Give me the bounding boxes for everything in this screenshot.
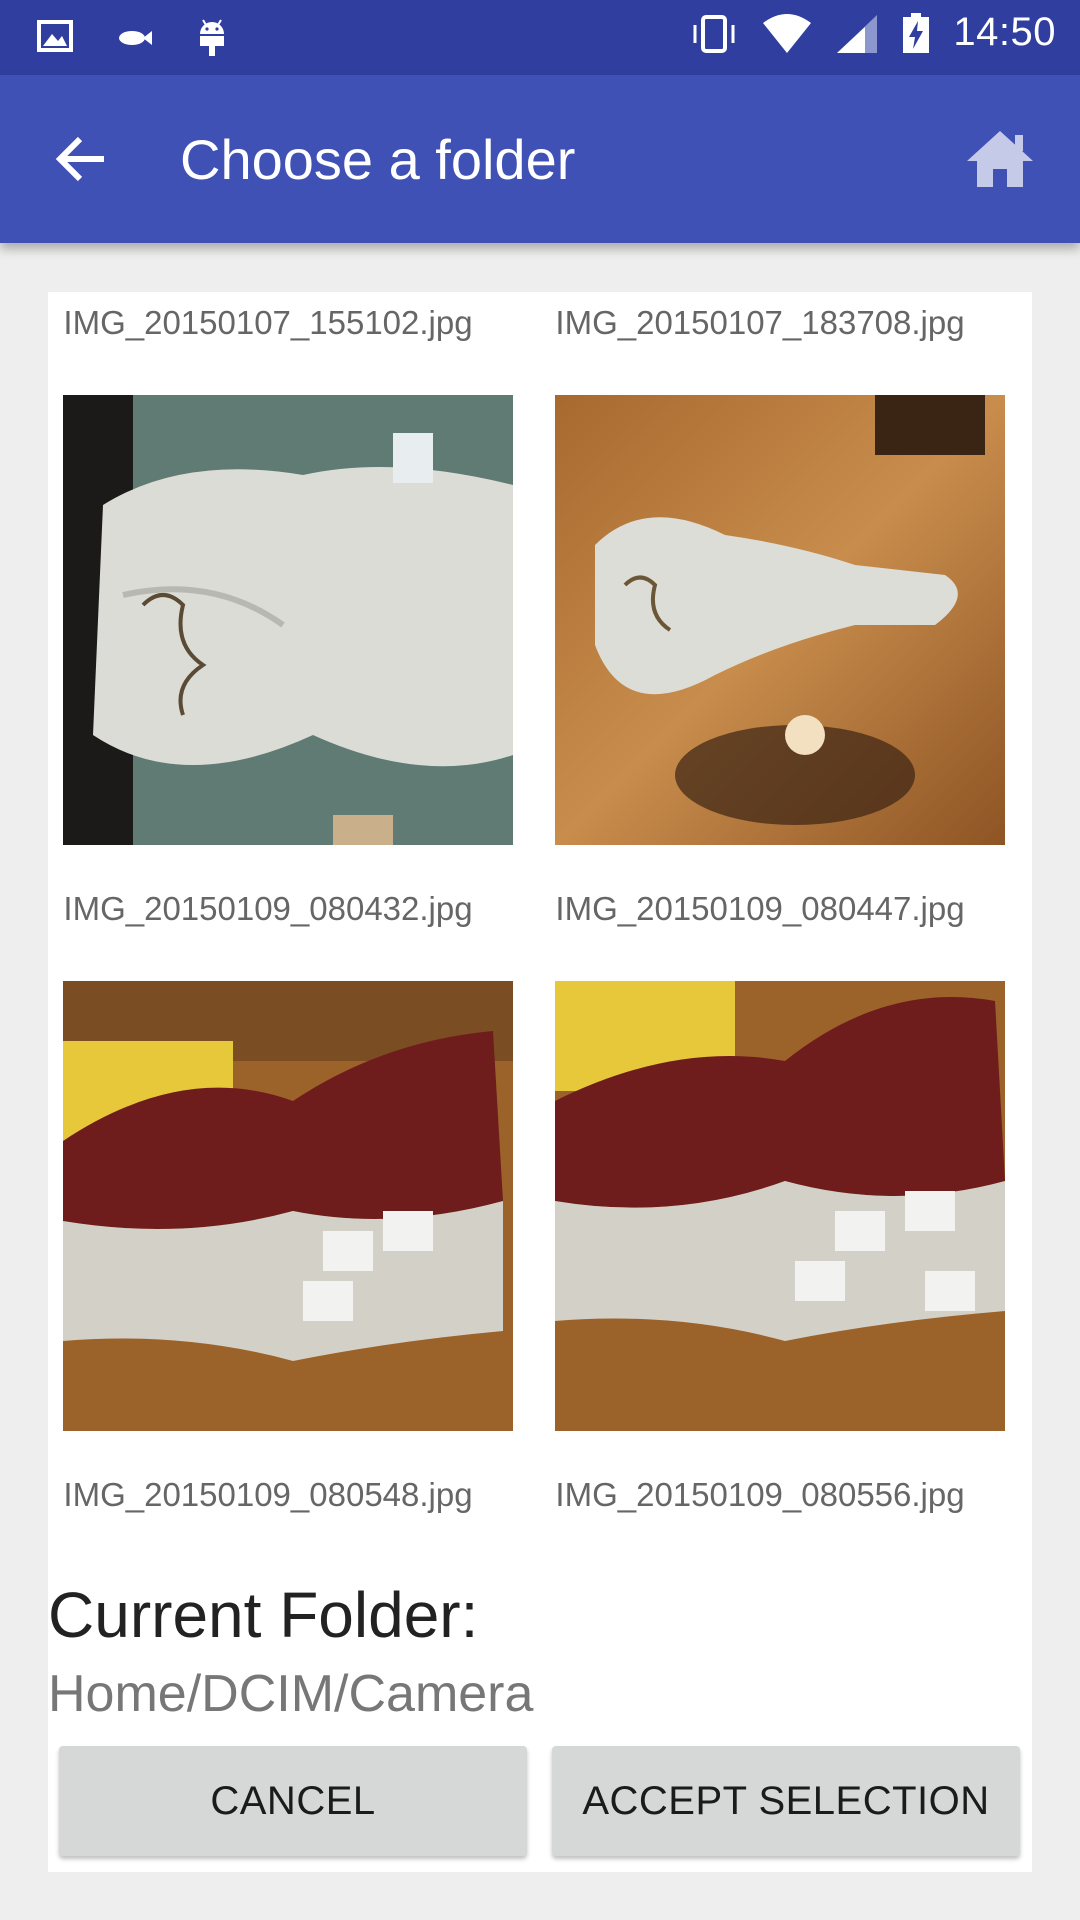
fish-icon bbox=[119, 31, 152, 45]
signal-icon bbox=[837, 14, 878, 53]
file-name[interactable]: IMG_20150109_080447.jpg bbox=[540, 890, 980, 928]
current-folder-label: Current Folder: bbox=[48, 1579, 479, 1651]
image-thumbnail[interactable] bbox=[63, 395, 513, 845]
home-button[interactable] bbox=[958, 117, 1042, 201]
accept-selection-button[interactable]: ACCEPT SELECTION bbox=[552, 1746, 1020, 1856]
home-icon bbox=[967, 131, 1033, 187]
file-name[interactable]: IMG_20150107_183708.jpg bbox=[540, 304, 980, 342]
arrow-back-icon bbox=[55, 136, 104, 182]
image-icon bbox=[37, 20, 73, 52]
file-name[interactable]: IMG_20150109_080432.jpg bbox=[48, 890, 488, 928]
vibrate-icon bbox=[693, 14, 735, 53]
file-name[interactable]: IMG_20150107_155102.jpg bbox=[48, 304, 488, 342]
current-folder-path: Home/DCIM/Camera bbox=[48, 1665, 534, 1723]
app-bar: Choose a folder bbox=[0, 75, 1080, 243]
clock: 14:50 bbox=[953, 10, 1056, 54]
file-name[interactable]: IMG_20150109_080548.jpg bbox=[48, 1476, 488, 1514]
cancel-button[interactable]: CANCEL bbox=[59, 1746, 527, 1856]
battery-charging-icon bbox=[903, 12, 930, 53]
back-button[interactable] bbox=[46, 123, 118, 195]
file-name[interactable]: IMG_20150109_080556.jpg bbox=[540, 1476, 980, 1514]
image-thumbnail[interactable] bbox=[555, 395, 1005, 845]
image-thumbnail[interactable] bbox=[63, 981, 513, 1431]
image-thumbnail[interactable] bbox=[555, 981, 1005, 1431]
wifi-icon bbox=[763, 13, 812, 53]
android-icon bbox=[200, 19, 224, 56]
page-title: Choose a folder bbox=[180, 128, 576, 191]
status-bar: 14:50 bbox=[0, 0, 1080, 75]
